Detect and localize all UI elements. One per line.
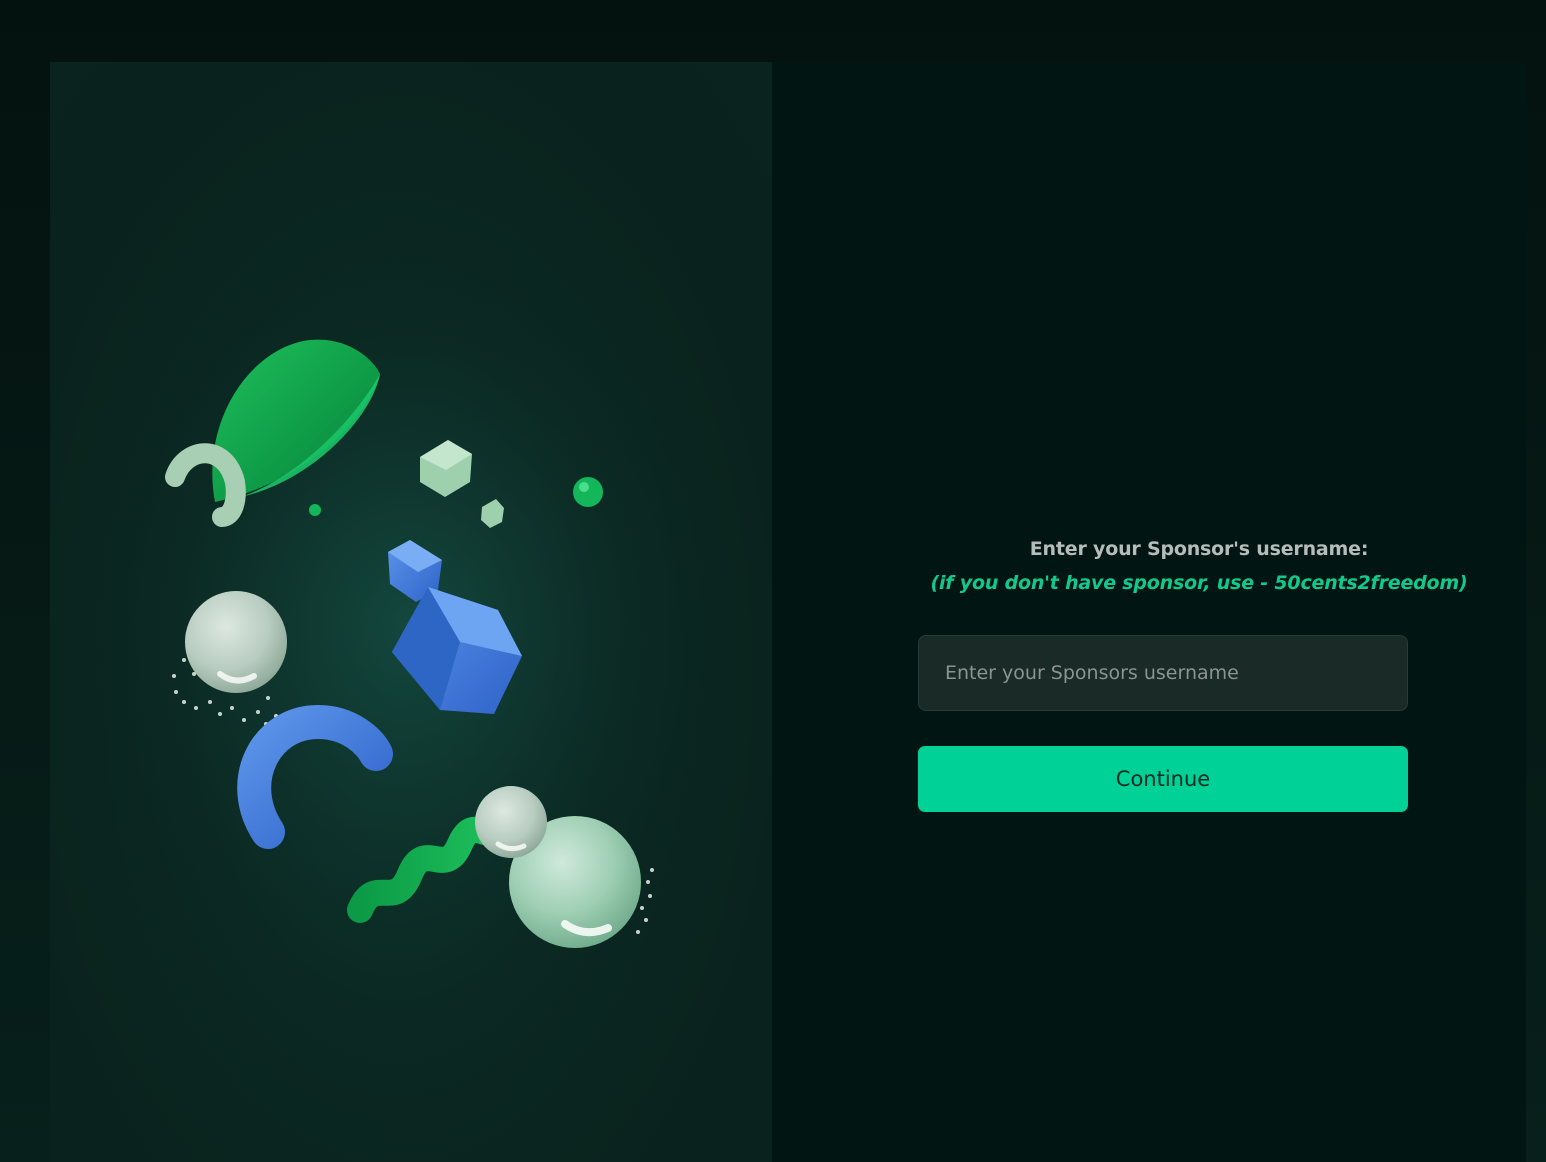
sponsor-hint: (if you don't have sponsor, use - 50cent…	[930, 572, 1468, 594]
signup-card: Enter your Sponsor's username: (if you d…	[50, 62, 1526, 1162]
illustration-panel	[50, 62, 772, 1162]
sponsor-heading: Enter your Sponsor's username:	[1029, 538, 1369, 560]
abstract-3d-shapes-illustration	[90, 262, 730, 982]
continue-button[interactable]: Continue	[918, 746, 1408, 812]
form-panel: Enter your Sponsor's username: (if you d…	[772, 62, 1526, 1162]
sponsor-username-input[interactable]	[918, 635, 1408, 711]
sponsor-input-wrapper	[918, 635, 1408, 711]
page-background: Enter your Sponsor's username: (if you d…	[0, 0, 1546, 1162]
